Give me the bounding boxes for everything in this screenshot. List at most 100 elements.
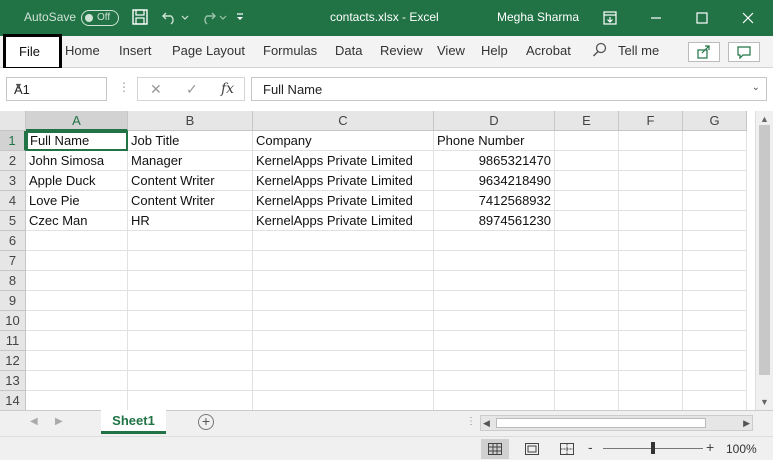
formula-input[interactable]: Full Name ⌄	[251, 77, 767, 101]
cell-g3[interactable]	[683, 171, 747, 191]
cell-a13[interactable]	[26, 371, 128, 391]
chevron-down-icon[interactable]: ▼	[14, 81, 101, 91]
cell-f11[interactable]	[619, 331, 683, 351]
cell-b12[interactable]	[128, 351, 253, 371]
cell-a4[interactable]: Love Pie	[26, 191, 128, 211]
cell-e8[interactable]	[555, 271, 619, 291]
cell-b11[interactable]	[128, 331, 253, 351]
scroll-up-icon[interactable]: ▲	[760, 114, 769, 124]
prev-sheet-icon[interactable]: ◀	[30, 416, 38, 427]
row-header-9[interactable]: 9	[0, 291, 26, 311]
cell-g14[interactable]	[683, 391, 747, 410]
cell-c4[interactable]: KernelApps Private Limited	[253, 191, 434, 211]
cell-g13[interactable]	[683, 371, 747, 391]
tab-acrobat[interactable]: Acrobat	[526, 43, 571, 58]
cell-g2[interactable]	[683, 151, 747, 171]
cell-c2[interactable]: KernelApps Private Limited	[253, 151, 434, 171]
cell-c12[interactable]	[253, 351, 434, 371]
cell-f13[interactable]	[619, 371, 683, 391]
cell-c1[interactable]: Company	[253, 131, 434, 151]
tell-me-search[interactable]: Tell me	[618, 43, 659, 58]
maximize-icon[interactable]	[679, 0, 725, 36]
cell-g9[interactable]	[683, 291, 747, 311]
cell-a7[interactable]	[26, 251, 128, 271]
cell-f14[interactable]	[619, 391, 683, 410]
next-sheet-icon[interactable]: ▶	[55, 416, 63, 427]
column-header-g[interactable]: G	[683, 111, 747, 131]
cell-b6[interactable]	[128, 231, 253, 251]
sheet-tab-sheet1[interactable]: Sheet1	[101, 410, 166, 434]
cell-f2[interactable]	[619, 151, 683, 171]
cell-a2[interactable]: John Simosa	[26, 151, 128, 171]
redo-icon[interactable]	[198, 8, 218, 28]
cell-c14[interactable]	[253, 391, 434, 410]
cell-d10[interactable]	[434, 311, 555, 331]
cell-e5[interactable]	[555, 211, 619, 231]
cell-d4[interactable]: 7412568932	[434, 191, 555, 211]
cell-e12[interactable]	[555, 351, 619, 371]
cell-d9[interactable]	[434, 291, 555, 311]
cell-e4[interactable]	[555, 191, 619, 211]
save-icon[interactable]	[131, 8, 151, 28]
normal-view-icon[interactable]	[481, 439, 509, 459]
cell-a1[interactable]: Full Name	[26, 131, 128, 151]
tab-review[interactable]: Review	[380, 43, 423, 58]
row-header-10[interactable]: 10	[0, 311, 26, 331]
cell-c8[interactable]	[253, 271, 434, 291]
user-name[interactable]: Megha Sharma	[497, 10, 579, 24]
cell-d12[interactable]	[434, 351, 555, 371]
cell-b4[interactable]: Content Writer	[128, 191, 253, 211]
add-sheet-icon[interactable]: +	[198, 414, 214, 430]
cell-a12[interactable]	[26, 351, 128, 371]
cell-a9[interactable]	[26, 291, 128, 311]
cell-a10[interactable]	[26, 311, 128, 331]
cell-d14[interactable]	[434, 391, 555, 410]
cell-d5[interactable]: 8974561230	[434, 211, 555, 231]
row-header-8[interactable]: 8	[0, 271, 26, 291]
cell-f3[interactable]	[619, 171, 683, 191]
cell-e1[interactable]	[555, 131, 619, 151]
zoom-level[interactable]: 100%	[726, 442, 757, 456]
cell-f9[interactable]	[619, 291, 683, 311]
cell-c11[interactable]	[253, 331, 434, 351]
undo-icon[interactable]	[160, 8, 180, 28]
cancel-icon[interactable]: ✕	[150, 81, 162, 98]
ribbon-display-icon[interactable]	[587, 0, 633, 36]
cell-f10[interactable]	[619, 311, 683, 331]
cell-b3[interactable]: Content Writer	[128, 171, 253, 191]
name-box[interactable]: A1 ▼	[6, 77, 107, 101]
tab-data[interactable]: Data	[335, 43, 362, 58]
customize-qat-icon[interactable]	[235, 8, 255, 28]
tab-page-layout[interactable]: Page Layout	[172, 43, 245, 58]
row-header-7[interactable]: 7	[0, 251, 26, 271]
cell-d1[interactable]: Phone Number	[434, 131, 555, 151]
cell-b10[interactable]	[128, 311, 253, 331]
cell-f5[interactable]	[619, 211, 683, 231]
cell-d13[interactable]	[434, 371, 555, 391]
cell-a6[interactable]	[26, 231, 128, 251]
cell-b5[interactable]: HR	[128, 211, 253, 231]
cell-g1[interactable]	[683, 131, 747, 151]
column-header-b[interactable]: B	[128, 111, 253, 131]
share-icon[interactable]	[688, 42, 720, 62]
cell-c13[interactable]	[253, 371, 434, 391]
cell-e13[interactable]	[555, 371, 619, 391]
formula-bar-grip-icon[interactable]: ⋮	[118, 80, 130, 94]
tab-insert[interactable]: Insert	[119, 43, 152, 58]
row-header-4[interactable]: 4	[0, 191, 26, 211]
row-header-11[interactable]: 11	[0, 331, 26, 351]
cell-g7[interactable]	[683, 251, 747, 271]
select-all-corner[interactable]	[0, 111, 26, 131]
insert-function-icon[interactable]: fx	[221, 81, 234, 97]
page-break-view-icon[interactable]	[553, 439, 581, 459]
cell-b8[interactable]	[128, 271, 253, 291]
cell-e14[interactable]	[555, 391, 619, 410]
tab-help[interactable]: Help	[481, 43, 508, 58]
cell-g8[interactable]	[683, 271, 747, 291]
cell-f7[interactable]	[619, 251, 683, 271]
row-header-6[interactable]: 6	[0, 231, 26, 251]
cell-d3[interactable]: 9634218490	[434, 171, 555, 191]
cell-a8[interactable]	[26, 271, 128, 291]
cell-a5[interactable]: Czec Man	[26, 211, 128, 231]
cell-c6[interactable]	[253, 231, 434, 251]
